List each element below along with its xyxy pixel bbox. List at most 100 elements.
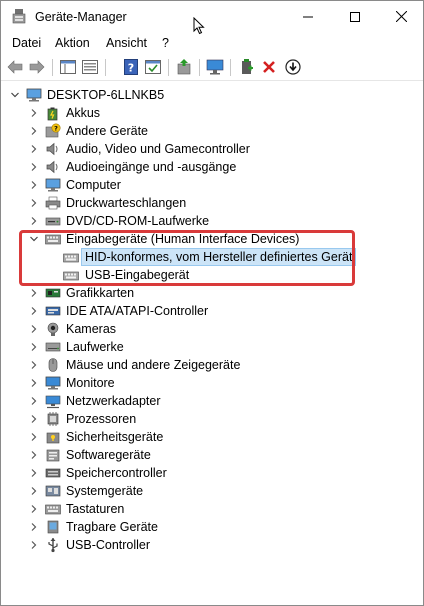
close-icon	[395, 11, 407, 22]
chevron-right-icon[interactable]	[29, 450, 39, 460]
software-device-icon	[45, 447, 61, 463]
chevron-right-icon[interactable]	[29, 324, 39, 334]
camera-icon	[45, 321, 61, 337]
printer-icon	[45, 195, 61, 211]
menu-datei[interactable]: Datei	[12, 36, 41, 50]
update-driver-button[interactable]	[174, 57, 194, 77]
chevron-right-icon[interactable]	[29, 396, 39, 406]
close-button[interactable]	[378, 1, 424, 32]
scan-hardware-icon	[206, 59, 224, 75]
chevron-right-icon[interactable]	[29, 468, 39, 478]
menu-help[interactable]: ?	[162, 36, 169, 50]
tree-category-label: IDE ATA/ATAPI-Controller	[66, 304, 209, 318]
tree-category[interactable]: Softwaregeräte	[1, 446, 421, 464]
tree-category-label: Tastaturen	[66, 502, 125, 516]
tree-category[interactable]: Computer	[1, 176, 421, 194]
device-manager-window: Geräte-Manager Datei Aktion Ansicht ? ? …	[0, 0, 424, 606]
chevron-right-icon[interactable]	[29, 180, 39, 190]
chevron-right-icon[interactable]	[29, 360, 39, 370]
chevron-right-icon[interactable]	[29, 540, 39, 550]
title-bar[interactable]: Geräte-Manager	[1, 1, 424, 35]
tree-category[interactable]: Druckwarteschlangen	[1, 194, 421, 212]
minimize-icon	[303, 16, 313, 17]
tree-category-label: Akkus	[66, 106, 101, 120]
tree-category-label: Andere Geräte	[66, 124, 148, 138]
chevron-right-icon[interactable]	[29, 504, 39, 514]
tree-category[interactable]: Speichercontroller	[1, 464, 421, 482]
update-driver-icon	[177, 59, 191, 75]
show-hide-tree-button[interactable]	[58, 57, 78, 77]
chevron-right-icon[interactable]	[29, 144, 39, 154]
uninstall-button[interactable]	[259, 57, 279, 77]
add-driver-icon	[242, 59, 253, 74]
device-manager-icon	[12, 9, 26, 24]
help-icon: ?	[124, 59, 138, 75]
chevron-down-icon[interactable]	[10, 90, 20, 100]
tree-root[interactable]: DESKTOP-6LLNKB5	[1, 86, 421, 104]
tree-category[interactable]: Monitore	[1, 374, 421, 392]
svg-text:?: ?	[54, 125, 58, 133]
help-button[interactable]: ?	[121, 57, 141, 77]
chevron-right-icon[interactable]	[29, 216, 39, 226]
properties-button[interactable]	[80, 57, 100, 77]
tree-category[interactable]: Akkus	[1, 104, 421, 122]
chevron-right-icon[interactable]	[29, 288, 39, 298]
disable-device-button[interactable]	[283, 57, 303, 77]
speaker-icon	[45, 141, 61, 157]
chevron-right-icon[interactable]	[29, 126, 39, 136]
tree-category[interactable]: Tragbare Geräte	[1, 518, 421, 536]
action-icon	[145, 60, 161, 74]
maximize-icon	[350, 11, 360, 22]
ide-controller-icon	[45, 303, 61, 319]
tree-category[interactable]: Audio, Video und Gamecontroller	[1, 140, 421, 158]
menu-aktion[interactable]: Aktion	[55, 36, 90, 50]
chevron-right-icon[interactable]	[29, 162, 39, 172]
tree-category-label: Softwaregeräte	[66, 448, 151, 462]
action-button[interactable]	[143, 57, 163, 77]
tree-category-label: Mäuse und andere Zeigegeräte	[66, 358, 241, 372]
chevron-right-icon[interactable]	[29, 378, 39, 388]
back-button[interactable]	[5, 57, 25, 77]
tree-category-label: USB-Controller	[66, 538, 151, 552]
chevron-right-icon[interactable]	[29, 342, 39, 352]
tree-category[interactable]: Kameras	[1, 320, 421, 338]
tree-category-label: DVD/CD-ROM-Laufwerke	[66, 214, 210, 228]
chevron-right-icon[interactable]	[29, 108, 39, 118]
chevron-right-icon[interactable]	[29, 198, 39, 208]
tree-category-label: Druckwarteschlangen	[66, 196, 187, 210]
tree-category-label: Monitore	[66, 376, 115, 390]
scan-hardware-button[interactable]	[205, 57, 225, 77]
tree-category[interactable]: Tastaturen	[1, 500, 421, 518]
maximize-button[interactable]	[332, 1, 378, 32]
tree-category[interactable]: USB-Controller	[1, 536, 421, 554]
tree-category-label: Tragbare Geräte	[66, 520, 158, 534]
tree-category-label: Sicherheitsgeräte	[66, 430, 164, 444]
chevron-right-icon[interactable]	[29, 432, 39, 442]
forward-arrow-icon	[29, 60, 45, 74]
security-device-icon	[45, 429, 61, 445]
tree-category[interactable]: Sicherheitsgeräte	[1, 428, 421, 446]
chevron-right-icon[interactable]	[29, 486, 39, 496]
tree-category[interactable]: IDE ATA/ATAPI-Controller	[1, 302, 421, 320]
chevron-right-icon[interactable]	[29, 414, 39, 424]
menu-ansicht[interactable]: Ansicht	[106, 36, 147, 50]
add-driver-button[interactable]	[237, 57, 257, 77]
tree-category[interactable]: Mäuse und andere Zeigegeräte	[1, 356, 421, 374]
tree-category[interactable]: Audioeingänge und -ausgänge	[1, 158, 421, 176]
tree-category-label: Laufwerke	[66, 340, 124, 354]
speaker-icon	[45, 159, 61, 175]
tree-category[interactable]: Grafikkarten	[1, 284, 421, 302]
properties-icon	[82, 60, 98, 74]
tree-category[interactable]: DVD/CD-ROM-Laufwerke	[1, 212, 421, 230]
storage-controller-icon	[45, 465, 61, 481]
display-adapter-icon	[45, 285, 61, 301]
tree-category[interactable]: Netzwerkadapter	[1, 392, 421, 410]
tree-category[interactable]: ? Andere Geräte	[1, 122, 421, 140]
forward-button[interactable]	[27, 57, 47, 77]
chevron-right-icon[interactable]	[29, 522, 39, 532]
chevron-right-icon[interactable]	[29, 306, 39, 316]
tree-category[interactable]: Prozessoren	[1, 410, 421, 428]
tree-category[interactable]: Systemgeräte	[1, 482, 421, 500]
tree-category[interactable]: Laufwerke	[1, 338, 421, 356]
minimize-button[interactable]	[285, 1, 331, 32]
